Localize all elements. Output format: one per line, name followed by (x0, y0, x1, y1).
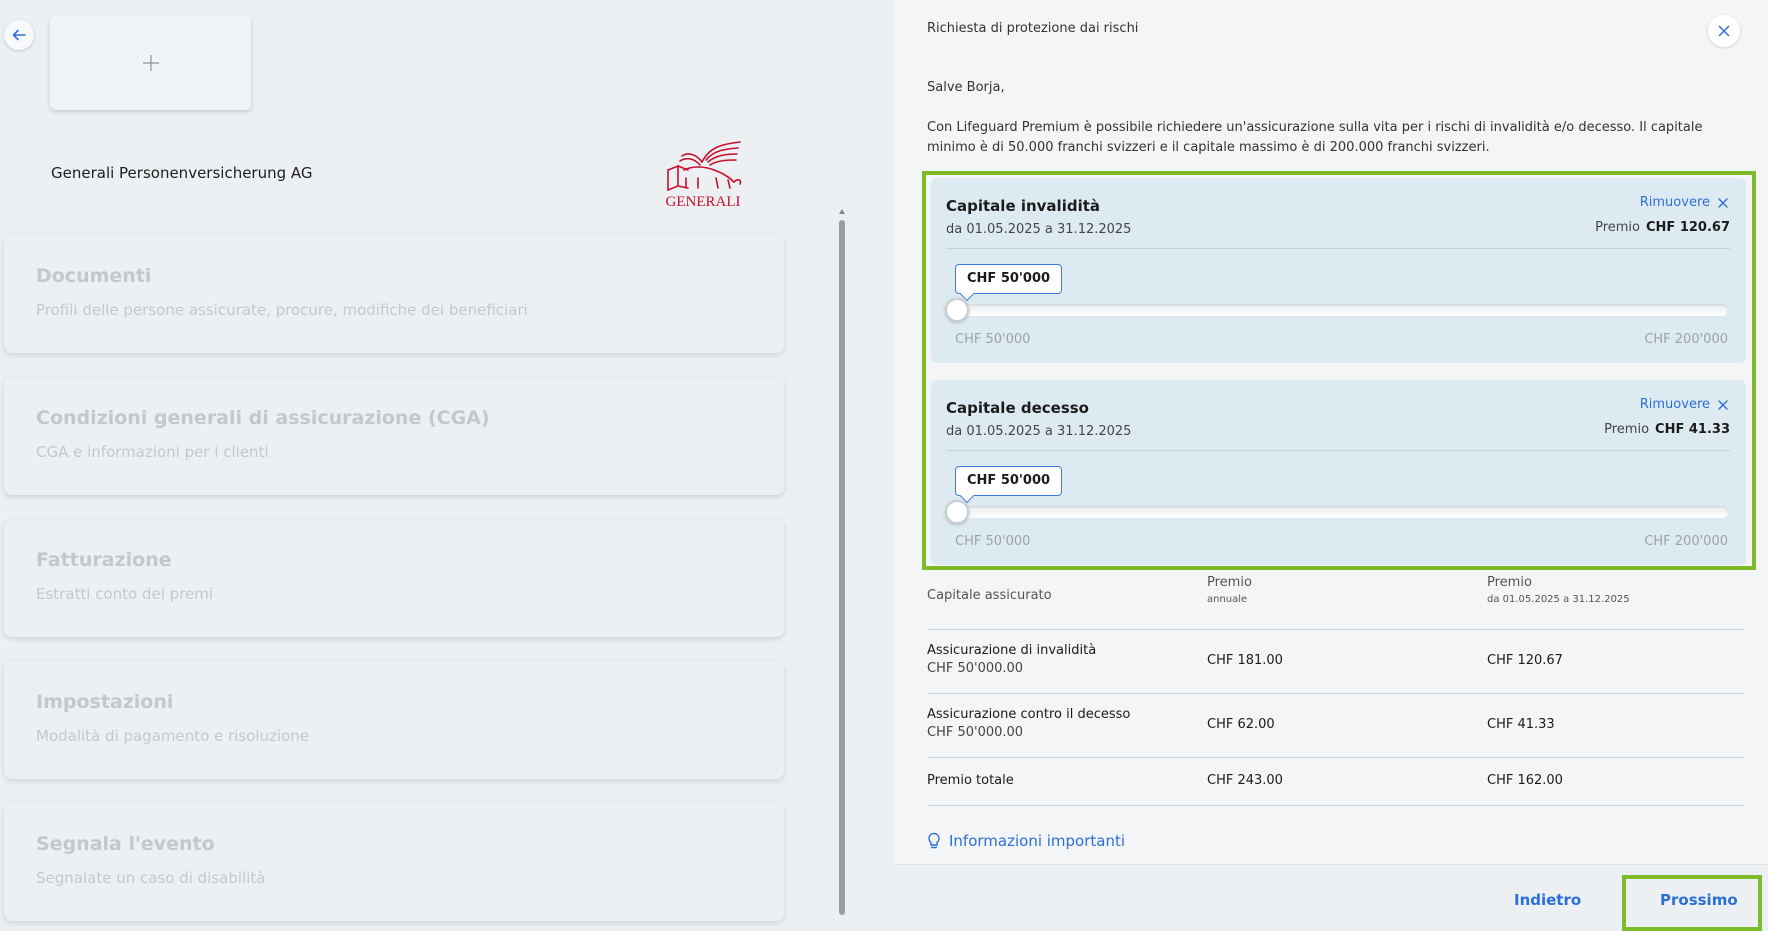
menu-item-fatturazione[interactable]: Fatturazione Estratti conto dei premi (4, 519, 784, 637)
slider-min-label: CHF 50'000 (955, 534, 1031, 549)
premium-table: Capitale assicurato Premio annuale Premi… (927, 575, 1745, 806)
row-capital: CHF 50'000.00 (927, 725, 1024, 740)
remove-label: Rimuovere (1639, 195, 1710, 210)
info-link-label: Informazioni importanti (949, 832, 1126, 850)
svg-text:GENERALI: GENERALI (666, 194, 741, 208)
close-icon (1718, 197, 1728, 208)
row-label: Assicurazione contro il decesso CHF 50'0… (927, 707, 1130, 740)
divider (946, 248, 1730, 249)
menu-item-subtitle: Modalità di pagamento e risoluzione (36, 727, 310, 745)
close-icon (1718, 399, 1728, 410)
risk-protection-panel: Richiesta di protezione dai rischi Salve… (895, 0, 1768, 931)
premium-label: Premio (1604, 422, 1650, 437)
arrow-left-icon (12, 29, 26, 41)
capital-slider-thumb[interactable] (945, 500, 969, 524)
row-annual: CHF 62.00 (1207, 717, 1275, 732)
coverage-title: Capitale invalidità (946, 197, 1101, 215)
slider-value-tooltip: CHF 50'000 (955, 264, 1063, 294)
table-row-total: Premio totale CHF 243.00 CHF 162.00 (927, 758, 1745, 806)
company-name: Generali Personenversicherung AG (51, 164, 313, 182)
capital-slider-track[interactable] (946, 304, 1728, 316)
coverage-premium: Premio CHF 120.67 (1595, 220, 1730, 235)
row-label: Assicurazione di invalidità CHF 50'000.0… (927, 643, 1096, 676)
column-header-sub: da 01.05.2025 a 31.12.2025 (1487, 594, 1630, 605)
lightbulb-icon (928, 832, 940, 849)
total-label: Premio totale (927, 773, 1014, 788)
next-button-label: Prossimo (1660, 891, 1738, 909)
menu-item-cga[interactable]: Condizioni generali di assicurazione (CG… (4, 377, 784, 495)
greeting-text: Salve Borja, (927, 80, 1005, 95)
total-annual: CHF 243.00 (1207, 773, 1283, 788)
column-header-annual: Premio annuale (1207, 575, 1252, 605)
back-step-button[interactable]: Indietro (1514, 891, 1581, 909)
menu-item-subtitle: Estratti conto dei premi (36, 585, 214, 603)
generali-logo: GENERALI (666, 141, 742, 208)
row-period: CHF 41.33 (1487, 717, 1555, 732)
panel-title: Richiesta di protezione dai rischi (927, 21, 1139, 36)
coverage-premium: Premio CHF 41.33 (1604, 422, 1730, 437)
row-name: Assicurazione di invalidità (927, 643, 1097, 658)
column-header-sub: annuale (1207, 594, 1248, 605)
menu-item-segnala-evento[interactable]: Segnala l'evento Segnalate un caso di di… (4, 803, 784, 921)
intro-text: Con Lifeguard Premium è possibile richie… (927, 120, 1703, 155)
row-name: Assicurazione contro il decesso (927, 707, 1131, 722)
menu-item-impostazioni[interactable]: Impostazioni Modalità di pagamento e ris… (4, 661, 784, 779)
menu-item-title: Impostazioni (36, 691, 174, 713)
add-card-button[interactable] (50, 15, 251, 110)
menu-item-documenti[interactable]: Documenti Profili delle persone assicura… (4, 235, 784, 353)
menu-item-title: Fatturazione (36, 549, 172, 571)
divider (946, 450, 1730, 451)
important-info-link[interactable]: Informazioni importanti (927, 832, 1125, 850)
row-period: CHF 120.67 (1487, 653, 1563, 668)
coverage-card-invalidita: Capitale invalidità Rimuovere da 01.05.2… (931, 178, 1746, 363)
coverage-period: da 01.05.2025 a 31.12.2025 (946, 424, 1132, 439)
remove-coverage-button[interactable]: Rimuovere (1640, 195, 1728, 210)
footer-bar: Indietro Prossimo (895, 864, 1768, 931)
slider-max-label: CHF 200'000 (1644, 332, 1728, 347)
menu-item-title: Condizioni generali di assicurazione (CG… (36, 407, 490, 429)
row-capital: CHF 50'000.00 (927, 661, 1024, 676)
next-button[interactable]: Prossimo (1622, 875, 1762, 931)
table-header: Capitale assicurato Premio annuale Premi… (927, 575, 1745, 630)
remove-label: Rimuovere (1639, 397, 1710, 412)
column-header-label: Premio (1487, 575, 1532, 590)
menu-item-subtitle: CGA e informazioni per i clienti (36, 443, 269, 461)
slider-max-label: CHF 200'000 (1644, 534, 1728, 549)
back-button[interactable] (4, 20, 34, 50)
column-header-period: Premio da 01.05.2025 a 31.12.2025 (1487, 575, 1630, 605)
premium-label: Premio (1595, 220, 1640, 235)
capital-slider-thumb[interactable] (945, 298, 969, 322)
menu-item-subtitle: Profili delle persone assicurate, procur… (36, 301, 528, 319)
row-annual: CHF 181.00 (1207, 653, 1283, 668)
table-row: Assicurazione contro il decesso CHF 50'0… (927, 694, 1745, 758)
menu-item-title: Documenti (36, 265, 152, 287)
column-header-capital: Capitale assicurato (927, 588, 1052, 603)
close-icon (1718, 25, 1730, 37)
column-header-label: Premio (1207, 575, 1252, 590)
slider-min-label: CHF 50'000 (955, 332, 1031, 347)
coverage-period: da 01.05.2025 a 31.12.2025 (946, 222, 1132, 237)
capital-slider-track[interactable] (946, 506, 1728, 518)
menu-item-title: Segnala l'evento (36, 833, 215, 855)
menu-item-subtitle: Segnalate un caso di disabilità (36, 869, 266, 887)
total-period: CHF 162.00 (1487, 773, 1563, 788)
plus-icon (142, 54, 159, 71)
coverage-card-decesso: Capitale decesso Rimuovere da 01.05.2025… (931, 380, 1746, 565)
premium-value: CHF 41.33 (1655, 422, 1730, 437)
remove-coverage-button[interactable]: Rimuovere (1640, 397, 1728, 412)
table-row: Assicurazione di invalidità CHF 50'000.0… (927, 630, 1745, 694)
scrollbar-thumb[interactable] (839, 220, 845, 915)
scroll-up-arrow-icon[interactable] (839, 209, 845, 214)
premium-value: CHF 120.67 (1646, 220, 1730, 235)
slider-value-tooltip: CHF 50'000 (955, 466, 1063, 496)
close-button[interactable] (1708, 15, 1740, 47)
account-overview-panel: Generali Personenversicherung AG GENERAL… (0, 0, 895, 930)
coverage-title: Capitale decesso (946, 399, 1089, 417)
